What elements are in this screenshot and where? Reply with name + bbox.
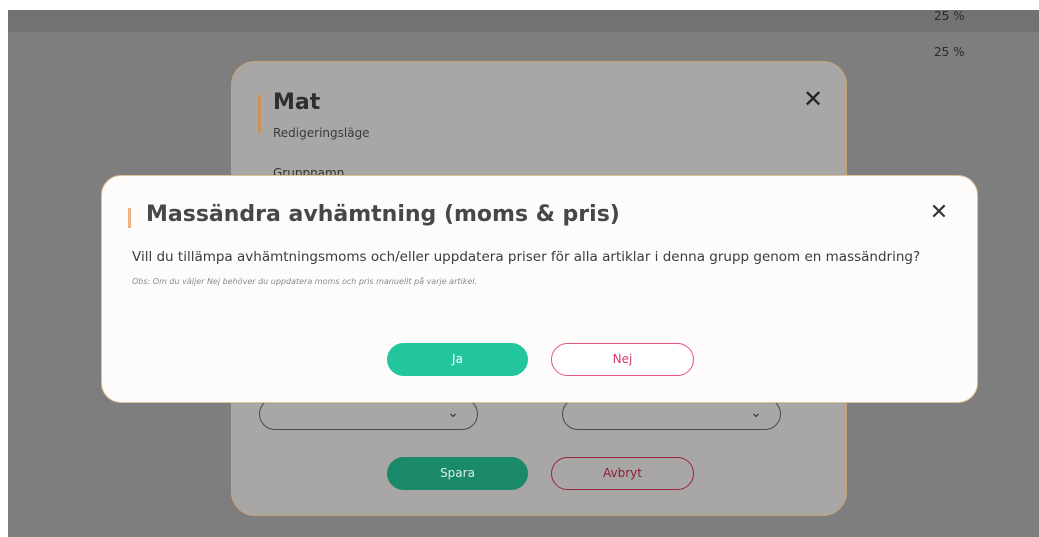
cancel-button[interactable]: Avbryt [551, 457, 694, 490]
table-header-strip [8, 10, 1039, 32]
modal-note: Obs: Om du väljer Nej behöver du uppdate… [132, 277, 478, 286]
save-button[interactable]: Spara [387, 457, 528, 490]
chevron-down-icon: ⌄ [447, 405, 459, 421]
close-icon[interactable]: ✕ [802, 87, 824, 111]
yes-button[interactable]: Ja [387, 343, 528, 376]
mass-edit-confirm-modal: Massändra avhämtning (moms & pris) ✕ Vil… [101, 175, 978, 403]
modal-question: Vill du tillämpa avhämtningsmoms och/ell… [132, 249, 921, 265]
vat-value: 25 % [934, 10, 965, 23]
dialog-title: Mat [273, 90, 321, 115]
vat-value: 25 % [934, 45, 965, 59]
no-button[interactable]: Nej [551, 343, 694, 376]
modal-title: Massändra avhämtning (moms & pris) [146, 202, 620, 227]
title-accent-bar [258, 95, 261, 133]
dialog-subtitle: Redigeringsläge [273, 126, 370, 140]
chevron-down-icon: ⌄ [750, 405, 762, 421]
title-accent-bar [128, 208, 131, 228]
close-icon[interactable]: ✕ [928, 202, 950, 224]
